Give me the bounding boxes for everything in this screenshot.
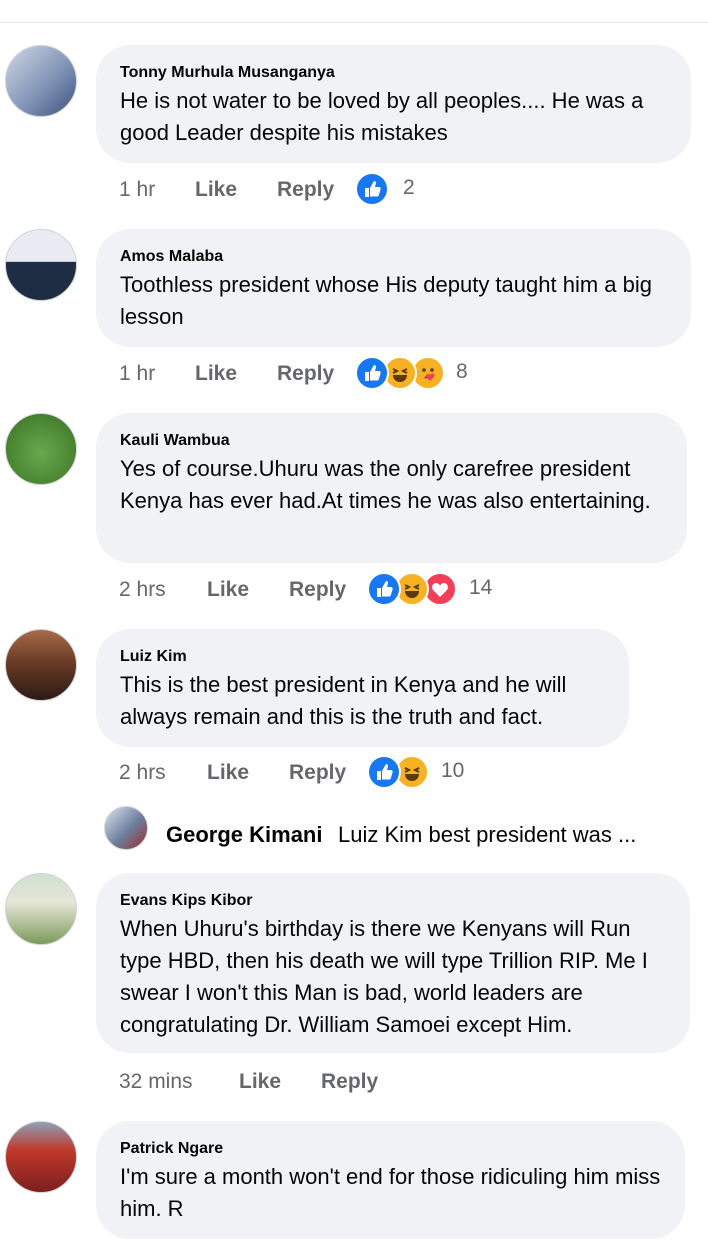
comment-bubble: Luiz Kim This is the best president in K…: [96, 629, 629, 747]
reply-button[interactable]: Reply: [289, 578, 346, 602]
comment-meta: 2 hrs Like Reply 10: [119, 753, 679, 793]
avatar[interactable]: [5, 1121, 77, 1193]
reply-button[interactable]: Reply: [277, 178, 334, 202]
comment-bubble: Evans Kips Kibor When Uhuru's birthday i…: [96, 873, 690, 1053]
reaction-count[interactable]: 2: [403, 176, 415, 200]
avatar[interactable]: [5, 413, 77, 485]
reply-author[interactable]: George Kimani: [166, 822, 322, 848]
like-icon: [367, 572, 401, 606]
like-icon: [355, 172, 389, 206]
comment-author[interactable]: Tonny Murhula Musanganya: [120, 63, 667, 83]
comment-author[interactable]: Kauli Wambua: [120, 431, 663, 451]
comment-meta: 2 hrs Like Reply 14: [119, 570, 679, 610]
like-icon: [355, 356, 389, 390]
reply-button[interactable]: Reply: [277, 362, 334, 386]
like-button[interactable]: Like: [207, 578, 249, 602]
comment-author[interactable]: Amos Malaba: [120, 247, 667, 267]
comment-text: He is not water to be loved by all peopl…: [120, 88, 644, 145]
avatar[interactable]: [5, 629, 77, 701]
reaction-count[interactable]: 10: [441, 759, 464, 783]
reaction-count[interactable]: 8: [456, 360, 468, 384]
comment-bubble: Tonny Murhula Musanganya He is not water…: [96, 45, 691, 163]
comment-meta: 1 hr Like Reply 2: [119, 170, 679, 210]
reply-button[interactable]: Reply: [289, 761, 346, 785]
reply-preview[interactable]: George Kimani Luiz Kim best president wa…: [104, 806, 704, 852]
avatar[interactable]: [104, 806, 148, 850]
like-icon: [367, 755, 401, 789]
comment-author[interactable]: Evans Kips Kibor: [120, 891, 666, 911]
like-button[interactable]: Like: [195, 178, 237, 202]
avatar[interactable]: [5, 873, 77, 945]
comment-time[interactable]: 1 hr: [119, 362, 155, 386]
comment-time[interactable]: 32 mins: [119, 1070, 193, 1094]
comment-meta: 1 hr Like Reply 8: [119, 354, 679, 394]
comment-author[interactable]: Patrick Ngare: [120, 1139, 661, 1159]
comment-time[interactable]: 2 hrs: [119, 761, 166, 785]
like-button[interactable]: Like: [195, 362, 237, 386]
comment-text: Yes of course.Uhuru was the only carefre…: [120, 456, 651, 513]
comment-author[interactable]: Luiz Kim: [120, 647, 605, 667]
comment-bubble: Kauli Wambua Yes of course.Uhuru was the…: [96, 413, 687, 563]
reply-snippet: Luiz Kim best president was ...: [338, 822, 637, 847]
comment-bubble: Patrick Ngare I'm sure a month won't end…: [96, 1121, 685, 1239]
comment-text: Toothless president whose His deputy tau…: [120, 272, 652, 329]
reply-button[interactable]: Reply: [321, 1070, 378, 1094]
top-divider: [0, 22, 708, 23]
comment-text: I'm sure a month won't end for those rid…: [120, 1164, 661, 1221]
comment-meta: 32 mins Like Reply: [119, 1062, 679, 1102]
like-button[interactable]: Like: [207, 761, 249, 785]
avatar[interactable]: [5, 229, 77, 301]
comment-time[interactable]: 1 hr: [119, 178, 155, 202]
comment-text: This is the best president in Kenya and …: [120, 672, 567, 729]
comment-bubble: Amos Malaba Toothless president whose Hi…: [96, 229, 691, 347]
like-button[interactable]: Like: [239, 1070, 281, 1094]
reaction-count[interactable]: 14: [469, 576, 492, 600]
comment-text: When Uhuru's birthday is there we Kenyan…: [120, 916, 648, 1037]
avatar[interactable]: [5, 45, 77, 117]
comment-time[interactable]: 2 hrs: [119, 578, 166, 602]
